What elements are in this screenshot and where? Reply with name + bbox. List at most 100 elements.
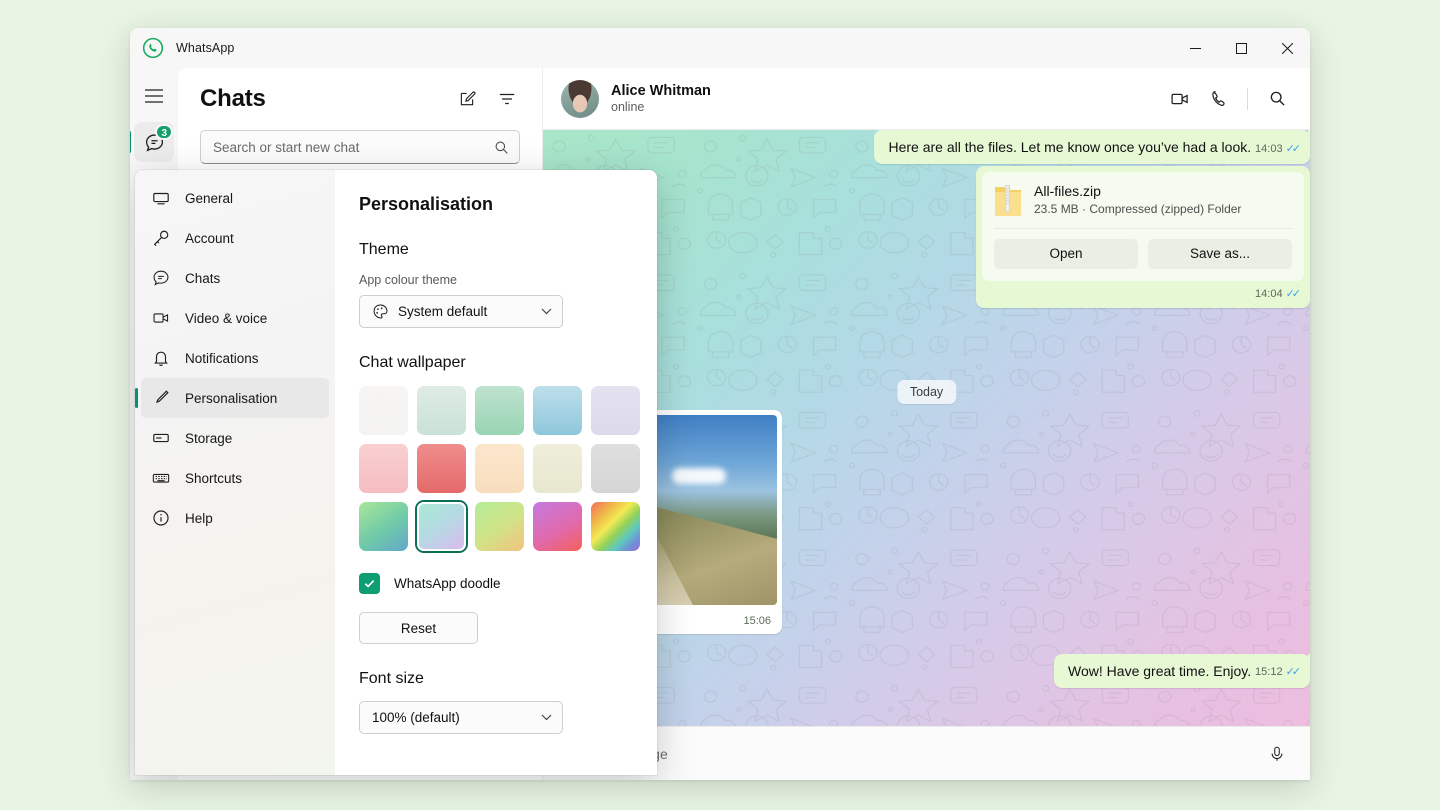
wallpaper-swatch-pale-pink[interactable] [359, 444, 408, 493]
settings-item-notifications[interactable]: Notifications [141, 338, 329, 378]
settings-content-panel: Personalisation Theme App colour theme S… [335, 170, 657, 775]
bubble-tail [1308, 130, 1310, 141]
search-input[interactable] [213, 140, 494, 155]
message-bubble-outgoing[interactable]: Here are all the files. Let me know once… [874, 130, 1310, 164]
settings-item-label: Personalisation [185, 391, 277, 406]
whatsapp-doodle-row[interactable]: WhatsApp doodle [359, 573, 633, 594]
new-chat-button[interactable] [450, 82, 484, 116]
wallpaper-swatch-sky-blue[interactable] [533, 386, 582, 435]
rail-item-chats[interactable]: 3 [134, 122, 174, 162]
date-divider: Today [897, 380, 956, 404]
video-call-button[interactable] [1163, 82, 1197, 116]
wallpaper-swatch-grey[interactable] [591, 444, 640, 493]
compose-pencil-icon [458, 90, 476, 108]
settings-item-video-voice[interactable]: Video & voice [141, 298, 329, 338]
file-info-row: All-files.zip 23.5 MB · Compressed (zipp… [994, 182, 1292, 228]
font-size-select[interactable]: 100% (default) [359, 701, 563, 734]
open-file-button[interactable]: Open [994, 239, 1138, 269]
wallpaper-swatch-green-to-blue[interactable] [359, 502, 408, 551]
filter-chats-button[interactable] [490, 82, 524, 116]
conversation-meta: Alice Whitman online [611, 83, 711, 114]
info-icon [151, 509, 171, 527]
message-text: Wow! Have great time. Enjoy. [1068, 663, 1251, 679]
settings-item-storage[interactable]: Storage [141, 418, 329, 458]
settings-item-help[interactable]: Help [141, 498, 329, 538]
file-card: All-files.zip 23.5 MB · Compressed (zipp… [982, 172, 1304, 281]
wallpaper-swatch-cream[interactable] [533, 444, 582, 493]
chevron-down-icon [541, 308, 552, 315]
font-size-value: 100% (default) [372, 710, 460, 725]
wallpaper-swatch-lavender[interactable] [591, 386, 640, 435]
doodle-checkbox[interactable] [359, 573, 380, 594]
close-button[interactable] [1264, 28, 1310, 68]
filter-icon [498, 90, 516, 108]
search-wrapper [178, 116, 542, 164]
message-scroll-area[interactable]: Here are all the files. Let me know once… [543, 130, 1310, 726]
chats-unread-badge: 3 [155, 124, 173, 140]
message-input[interactable] [565, 746, 1260, 762]
message-bubble-file[interactable]: All-files.zip 23.5 MB · Compressed (zipp… [976, 166, 1310, 308]
settings-item-label: Account [185, 231, 234, 246]
wallpaper-swatch-rainbow[interactable] [591, 502, 640, 551]
file-text-block: All-files.zip 23.5 MB · Compressed (zipp… [1034, 182, 1241, 218]
paintbrush-icon [151, 389, 171, 407]
message-time: 14:03 [1255, 142, 1283, 157]
settings-item-shortcuts[interactable]: Shortcuts [141, 458, 329, 498]
video-call-icon [1170, 89, 1190, 109]
settings-item-personalisation[interactable]: Personalisation [141, 378, 329, 418]
wallpaper-swatch-off-white[interactable] [359, 386, 408, 435]
video-camera-icon [151, 309, 171, 327]
file-name: All-files.zip [1034, 182, 1241, 200]
read-receipt-icon: ✓✓ [1286, 287, 1298, 302]
search-in-chat-button[interactable] [1260, 82, 1294, 116]
search-icon [1269, 90, 1286, 107]
wallpaper-swatch-violet-to-red[interactable] [533, 502, 582, 551]
app-colour-theme-select[interactable]: System default [359, 295, 563, 328]
file-actions: Open Save as... [994, 228, 1292, 281]
reset-button[interactable]: Reset [359, 612, 478, 644]
keyboard-icon [151, 469, 171, 487]
settings-item-label: Shortcuts [185, 471, 242, 486]
minimize-button[interactable] [1172, 28, 1218, 68]
settings-item-label: Video & voice [185, 311, 267, 326]
settings-item-chats[interactable]: Chats [141, 258, 329, 298]
wallpaper-swatch-mint-to-violet[interactable] [417, 502, 466, 551]
chevron-down-icon [541, 714, 552, 721]
wallpaper-swatch-lime-to-peach[interactable] [475, 502, 524, 551]
settings-item-label: Help [185, 511, 213, 526]
conversation-actions [1163, 82, 1294, 116]
search-box[interactable] [200, 130, 520, 164]
cloud-shape [672, 468, 726, 484]
chat-list-actions [450, 82, 524, 116]
divider [1247, 88, 1248, 110]
message-meta: 14:03 ✓✓ [1255, 142, 1298, 157]
hamburger-menu-button[interactable] [134, 76, 174, 116]
wallpaper-swatch-pale-mint[interactable] [417, 386, 466, 435]
message-meta: 15:06 [733, 615, 771, 627]
bell-icon [151, 349, 171, 367]
voice-call-icon [1209, 89, 1228, 108]
save-as-button[interactable]: Save as... [1148, 239, 1292, 269]
doodle-label: WhatsApp doodle [394, 576, 501, 591]
messages-container: Here are all the files. Let me know once… [543, 130, 1310, 726]
font-size-section-heading: Font size [359, 670, 633, 688]
message-bubble-outgoing[interactable]: Wow! Have great time. Enjoy. 15:12 ✓✓ [1054, 654, 1310, 688]
settings-item-account[interactable]: Account [141, 218, 329, 258]
page-title: Chats [200, 85, 266, 113]
storage-icon [151, 429, 171, 447]
voice-call-button[interactable] [1201, 82, 1235, 116]
wallpaper-swatch-mint-green[interactable] [475, 386, 524, 435]
wallpaper-swatch-peach[interactable] [475, 444, 524, 493]
monitor-icon [151, 189, 171, 207]
settings-item-general[interactable]: General [141, 178, 329, 218]
wallpaper-swatch-coral-red[interactable] [417, 444, 466, 493]
voice-message-button[interactable] [1260, 737, 1294, 771]
file-message-meta-row: 14:04 ✓✓ [982, 281, 1304, 303]
settings-item-label: Notifications [185, 351, 259, 366]
search-icon [494, 140, 509, 155]
conversation-header[interactable]: Alice Whitman online [543, 68, 1310, 130]
maximize-button[interactable] [1218, 28, 1264, 68]
theme-field-label: App colour theme [359, 273, 633, 287]
message-time: 15:12 [1255, 665, 1283, 680]
whatsapp-window: WhatsApp [130, 28, 1310, 780]
